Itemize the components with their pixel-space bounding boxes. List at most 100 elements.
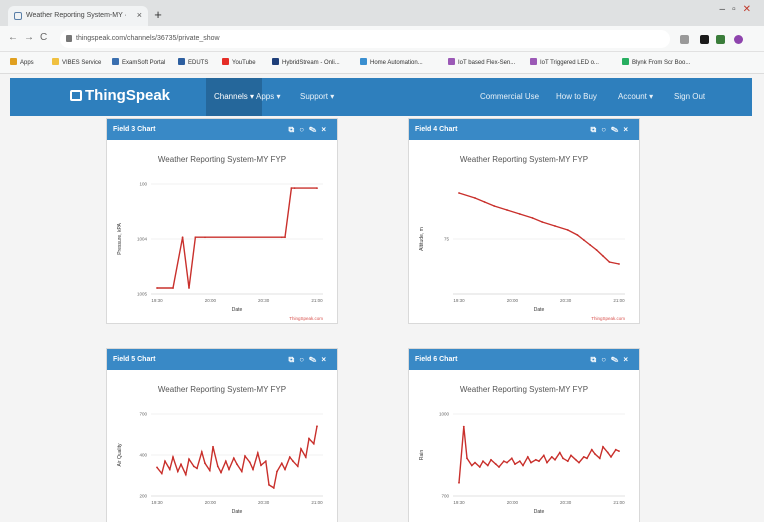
bookmark-icon: [448, 58, 455, 65]
close-icon[interactable]: ×: [321, 355, 331, 364]
nav-support[interactable]: Support ▾: [300, 92, 334, 101]
data-point: [244, 455, 246, 457]
panel-header: Field 3 Chart ⧉○✎×: [107, 119, 337, 140]
data-point: [312, 442, 315, 445]
data-point: [582, 239, 585, 241]
panel-title: Field 5 Chart: [113, 356, 156, 363]
star-icon[interactable]: [680, 35, 689, 44]
panel-header: Field 5 Chart ⧉○✎×: [107, 349, 337, 370]
nav-account[interactable]: Account ▾: [618, 92, 653, 101]
data-point: [482, 460, 484, 463]
x-tick-label: 21:00: [613, 298, 625, 303]
y-axis-label: Pressure, kPA: [117, 223, 123, 255]
y-tick-label: 1000: [439, 412, 450, 417]
bookmark-item[interactable]: Home Automation...: [360, 58, 423, 66]
series-line: [156, 426, 318, 490]
panel-header: Field 6 Chart ⧉○✎×: [409, 349, 639, 370]
x-tick-label: 21:00: [311, 500, 323, 505]
data-point: [172, 456, 174, 458]
edit-icon[interactable]: ✎: [611, 125, 623, 134]
data-point: [546, 461, 548, 464]
data-point: [506, 461, 508, 464]
edit-icon[interactable]: ✎: [309, 355, 321, 364]
edit-icon[interactable]: ✎: [611, 355, 623, 364]
edit-icon[interactable]: ✎: [309, 125, 321, 134]
data-point: [236, 463, 238, 466]
data-point: [510, 457, 513, 460]
data-point: [204, 462, 206, 465]
thingspeak-logo[interactable]: ThingSpeak: [70, 87, 170, 104]
url-input[interactable]: thingspeak.com/channels/36735/private_sh…: [60, 30, 670, 48]
comment-icon[interactable]: ○: [299, 125, 309, 134]
thingspeak-navbar: ThingSpeak Channels ▾ Apps ▾ Support ▾ C…: [10, 78, 752, 116]
data-point: [248, 461, 251, 464]
panel-title: Field 4 Chart: [415, 126, 458, 133]
bookmark-item[interactable]: Blynk From Scr Boo...: [622, 58, 690, 66]
comment-icon[interactable]: ○: [601, 125, 611, 134]
new-tab-button[interactable]: +: [150, 8, 166, 22]
data-point: [196, 467, 198, 470]
data-point: [602, 445, 604, 448]
bookmark-item[interactable]: HybridStream - Onli...: [272, 58, 340, 66]
bookmark-item[interactable]: YouTube: [222, 58, 256, 66]
close-icon[interactable]: ×: [321, 125, 331, 134]
close-tab-icon[interactable]: ×: [137, 10, 142, 20]
close-window-icon[interactable]: ✕: [743, 4, 758, 15]
data-point: [531, 217, 534, 219]
data-point: [280, 236, 283, 239]
nav-how-to-buy[interactable]: How to Buy: [556, 92, 597, 101]
bookmark-item[interactable]: ExamSoft Portal: [112, 58, 165, 66]
data-point: [608, 261, 611, 263]
bookmark-item[interactable]: EDUTS: [178, 58, 208, 66]
bookmark-icon: [178, 58, 185, 65]
data-point: [514, 463, 516, 465]
browser-tab-title: Weather Reporting System-MY ·: [26, 12, 127, 19]
data-point: [493, 205, 496, 207]
popout-icon[interactable]: ⧉: [590, 125, 601, 134]
bookmark-item[interactable]: VIBES Service: [52, 58, 101, 66]
data-point: [224, 460, 227, 463]
nav-apps[interactable]: Apps ▾: [256, 92, 280, 101]
data-point: [260, 464, 262, 467]
comment-icon[interactable]: ○: [601, 355, 611, 364]
popout-icon[interactable]: ⧉: [288, 355, 299, 364]
bookmark-item[interactable]: IoT based Flex-Sen...: [448, 58, 515, 66]
profile-avatar[interactable]: [734, 35, 743, 44]
extension-icon[interactable]: [700, 35, 709, 44]
y-axis-label: Rain: [419, 450, 425, 461]
x-axis-label: Date: [232, 307, 243, 313]
reload-icon[interactable]: C: [40, 32, 47, 43]
popout-icon[interactable]: ⧉: [288, 125, 299, 134]
maximize-icon[interactable]: ▫: [732, 4, 743, 15]
close-icon[interactable]: ×: [623, 355, 633, 364]
comment-icon[interactable]: ○: [299, 355, 309, 364]
data-point: [526, 455, 529, 458]
data-point: [284, 468, 286, 471]
chart-body: Weather Reporting System-MY FYP 1000 700 19…: [409, 370, 639, 522]
data-point: [490, 458, 492, 461]
x-tick-label: 20:00: [507, 500, 519, 505]
x-axis-label: Date: [534, 509, 545, 515]
data-point: [606, 451, 609, 454]
data-point: [264, 460, 267, 463]
data-point: [483, 201, 486, 203]
url-text: thingspeak.com/channels/36735/private_sh…: [76, 35, 220, 42]
popout-icon[interactable]: ⧉: [590, 355, 601, 364]
forward-icon[interactable]: →: [24, 32, 34, 43]
nav-channels[interactable]: Channels ▾: [206, 78, 263, 116]
minimize-icon[interactable]: –: [720, 4, 733, 15]
bookmark-item[interactable]: Apps: [10, 58, 34, 66]
browser-tab[interactable]: Weather Reporting System-MY · ×: [8, 6, 148, 26]
nav-sign-out[interactable]: Sign Out: [674, 92, 705, 101]
line-chart: Weather Reporting System-MY FYP 75 19:30 20…: [419, 155, 625, 321]
back-icon[interactable]: ←: [8, 32, 18, 43]
bookmark-icon: [622, 58, 629, 65]
extension-icon[interactable]: [716, 35, 725, 44]
data-point: [240, 470, 243, 473]
x-tick-label: 21:00: [311, 298, 323, 303]
data-point: [502, 460, 505, 463]
data-point: [589, 244, 592, 246]
close-icon[interactable]: ×: [623, 125, 633, 134]
nav-commercial-use[interactable]: Commercial Use: [480, 92, 539, 101]
bookmark-item[interactable]: IoT Triggered LED o...: [530, 58, 599, 66]
